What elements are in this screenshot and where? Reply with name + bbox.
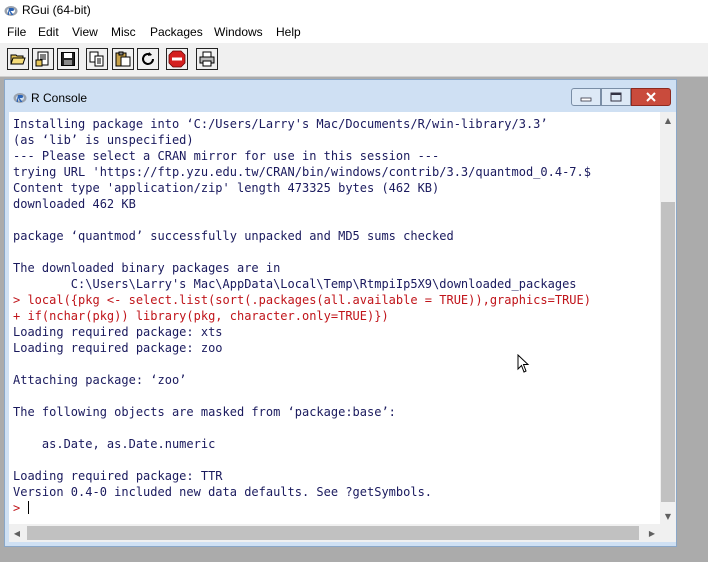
console-output-line: Loading required package: xts [13,325,223,339]
restore-icon [610,92,622,102]
stop-button[interactable] [166,48,188,70]
console-output-line: Content type 'application/zip' length 47… [13,181,440,195]
scroll-down-arrow-icon[interactable]: ▼ [660,508,676,524]
console-output-line: (as ‘lib’ is unspecified) [13,133,194,147]
scroll-right-arrow-icon[interactable]: ▶ [644,525,660,541]
load-workspace-icon [35,51,49,67]
console-output-line: Installing package into ‘C:/Users/Larry'… [13,117,548,131]
save-workspace-button[interactable] [57,48,79,70]
copy-button[interactable] [86,48,108,70]
toolbar [0,43,708,77]
stop-sign-icon [168,50,186,68]
paste-button[interactable] [112,48,134,70]
text-cursor [28,501,30,514]
menu-edit[interactable]: Edit [38,25,59,39]
app-title: RGui (64-bit) [22,3,91,17]
r-console-window: R Console Installing package into ‘C:/Us… [4,79,677,547]
copy-paste-button[interactable] [137,48,159,70]
menu-windows[interactable]: Windows [214,25,263,39]
console-text: Installing package into ‘C:/Users/Larry'… [13,116,591,516]
load-workspace-button[interactable] [32,48,54,70]
horizontal-scroll-thumb[interactable] [27,526,639,540]
print-button[interactable] [196,48,218,70]
console-output-line: C:\Users\Larry's Mac\AppData\Local\Temp\… [13,277,577,291]
horizontal-scrollbar[interactable]: ◀ ▶ [9,524,660,542]
console-output-area[interactable]: Installing package into ‘C:/Users/Larry'… [9,112,660,524]
copy-icon [89,51,104,67]
menu-file[interactable]: File [7,25,26,39]
minimize-button[interactable] [571,88,601,106]
console-output-line: downloaded 462 KB [13,197,136,211]
open-script-button[interactable] [7,48,29,70]
r-logo-icon [13,93,27,103]
console-output-line: as.Date, as.Date.numeric [13,437,216,451]
console-output-line: package ‘quantmod’ successfully unpacked… [13,229,454,243]
console-output-line: The following objects are masked from ‘p… [13,405,396,419]
refresh-icon [142,52,154,65]
menu-view[interactable]: View [72,25,98,39]
restore-button[interactable] [601,88,631,106]
vertical-scrollbar[interactable]: ▲ ▼ [660,112,676,524]
menu-misc[interactable]: Misc [111,25,136,39]
console-input-line: > local({pkg <- select.list(sort(.packag… [13,293,591,307]
console-output-line: Version 0.4-0 included new data defaults… [13,485,433,499]
menu-help[interactable]: Help [276,25,301,39]
mouse-cursor-icon [517,354,530,373]
console-input-line: + if(nchar(pkg)) library(pkg, character.… [13,309,389,323]
vertical-scroll-thumb[interactable] [661,202,675,502]
console-window-title: R Console [31,91,88,105]
floppy-disk-icon [61,52,75,66]
open-folder-icon [10,54,26,65]
console-title-bar[interactable]: R Console [5,80,676,114]
console-output-line: Loading required package: zoo [13,341,223,355]
close-icon [646,92,656,102]
console-prompt: > [13,501,28,515]
console-output-line: --- Please select a CRAN mirror for use … [13,149,440,163]
r-logo-icon [4,6,18,16]
minimize-icon [580,97,592,102]
console-prompt-line[interactable]: > [13,500,591,516]
scrollbar-corner [660,524,676,542]
menu-bar: File Edit View Misc Packages Windows Hel… [0,23,708,43]
console-output-line: Attaching package: ‘zoo’ [13,373,187,387]
app-title-bar: RGui (64-bit) [0,0,708,23]
console-output-line: Loading required package: TTR [13,469,223,483]
scroll-up-arrow-icon[interactable]: ▲ [660,112,676,128]
console-output-line: The downloaded binary packages are in [13,261,281,275]
scroll-left-arrow-icon[interactable]: ◀ [9,525,25,541]
printer-icon [199,51,215,67]
paste-icon [115,51,131,67]
menu-packages[interactable]: Packages [150,25,203,39]
console-output-line: trying URL 'https://ftp.yzu.edu.tw/CRAN/… [13,165,591,179]
close-button[interactable] [631,88,671,106]
